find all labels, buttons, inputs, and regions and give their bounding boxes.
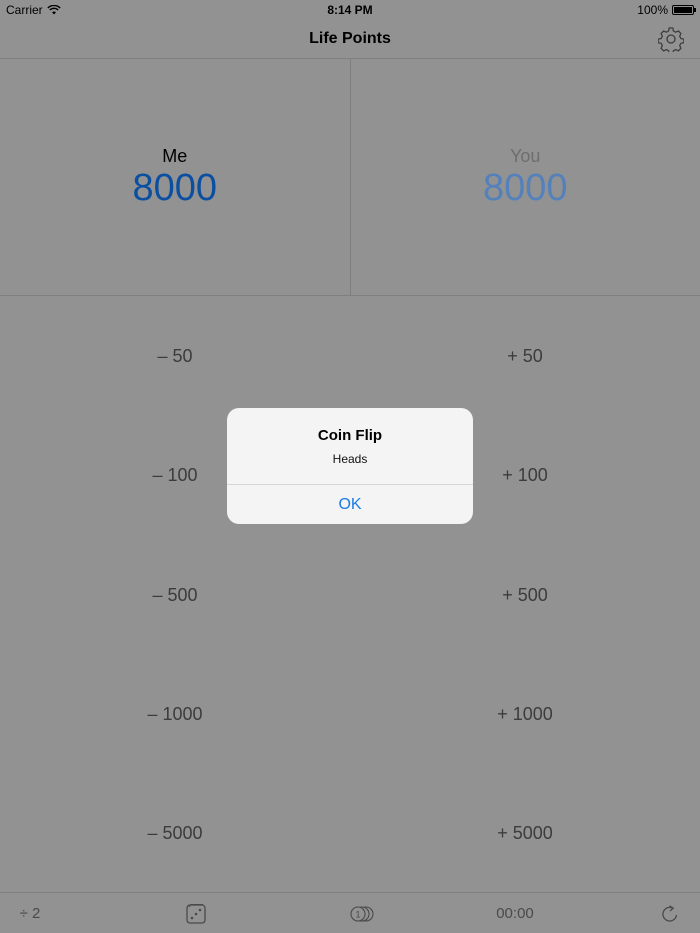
player-name: Me xyxy=(162,146,188,166)
status-bar: Carrier 8:14 PM 100% xyxy=(0,0,700,20)
alert-title: Coin Flip xyxy=(317,427,383,444)
plus-500-button[interactable]: + 500 xyxy=(350,575,700,615)
status-right: 100% xyxy=(637,3,696,17)
gear-icon[interactable] xyxy=(658,26,684,52)
nav-bar: Life Points xyxy=(0,20,700,59)
coin-icon: 1 xyxy=(350,905,374,922)
coin-flip-button[interactable]: 1 xyxy=(344,893,380,933)
plus-5000-button[interactable]: + 5000 xyxy=(350,813,700,853)
plus-1000-button[interactable]: + 1000 xyxy=(350,694,700,734)
minus-50-button[interactable]: – 50 xyxy=(0,336,350,376)
bottom-toolbar: ÷ 2 1 00:00 xyxy=(0,892,700,933)
battery-percent: 100% xyxy=(637,3,668,17)
plus-50-button[interactable]: + 50 xyxy=(350,336,700,376)
reset-button[interactable] xyxy=(656,893,684,933)
dice-icon xyxy=(186,903,206,924)
svg-text:1: 1 xyxy=(355,909,360,919)
status-time: 8:14 PM xyxy=(327,3,373,17)
battery-fill xyxy=(674,7,692,13)
coin-flip-alert: Coin Flip Heads OK xyxy=(227,408,473,524)
dice-button[interactable] xyxy=(180,893,212,933)
player-name: You xyxy=(510,146,541,166)
minus-500-button[interactable]: – 500 xyxy=(0,575,350,615)
players-panel: Me 8000 You 8000 xyxy=(0,59,700,296)
player-score: 8000 xyxy=(482,167,568,209)
minus-1000-button[interactable]: – 1000 xyxy=(0,694,350,734)
page-title: Life Points xyxy=(309,30,391,47)
halve-button[interactable]: ÷ 2 xyxy=(10,893,50,933)
player-me[interactable]: Me 8000 xyxy=(0,59,350,295)
ok-button[interactable]: OK xyxy=(227,485,473,524)
reset-icon xyxy=(662,904,678,922)
battery-icon xyxy=(672,5,696,15)
minus-5000-button[interactable]: – 5000 xyxy=(0,813,350,853)
timer-display[interactable]: 00:00 xyxy=(485,893,545,933)
player-score: 8000 xyxy=(132,167,218,209)
alert-message: Heads xyxy=(332,452,368,466)
player-you[interactable]: You 8000 xyxy=(349,59,700,295)
